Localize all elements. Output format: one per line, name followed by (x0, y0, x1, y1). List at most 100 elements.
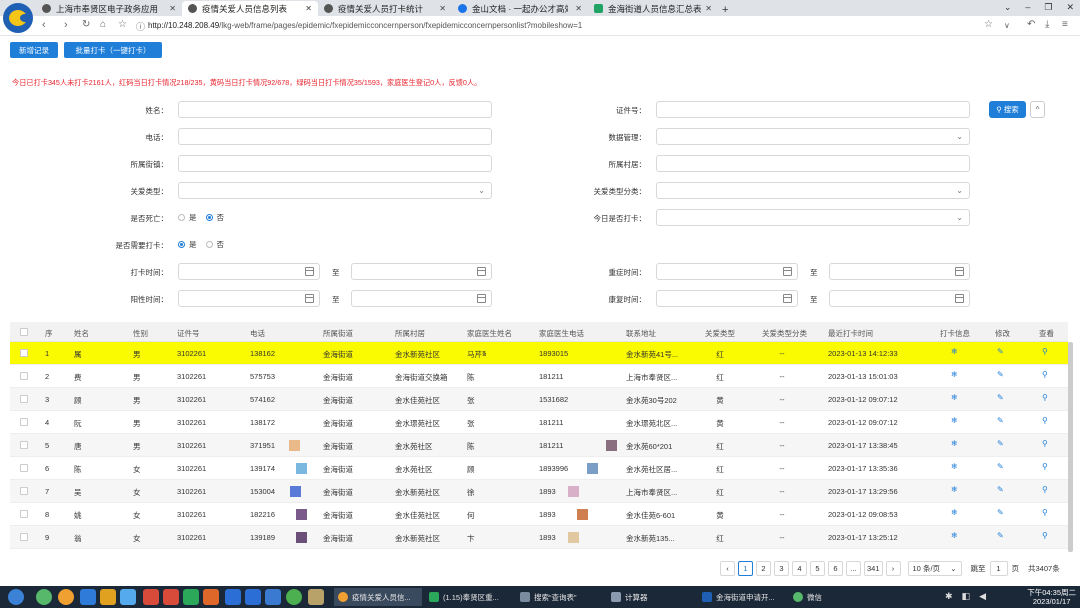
app-icon[interactable] (80, 589, 96, 605)
dropdown-icon[interactable]: ∨ (1004, 21, 1010, 30)
app-icon[interactable] (225, 589, 241, 605)
close-icon[interactable]: ✕ (165, 4, 176, 13)
page-ellipsis[interactable]: ... (846, 560, 861, 576)
view-icon[interactable]: ⚲ (1042, 393, 1048, 402)
batch-checkin-button[interactable]: 批量打卡（一键打卡） (64, 42, 162, 58)
tab-kdocs[interactable]: 金山文档 · 一起办公才高效 ✕ (452, 1, 588, 16)
select-all-checkbox[interactable] (20, 328, 28, 336)
checkin-info-icon[interactable]: ❄ (951, 485, 958, 494)
page-button-5[interactable]: 5 (810, 560, 825, 576)
taskbar-window-calculator[interactable]: 计算器 (607, 588, 695, 606)
forward-icon[interactable]: › (64, 19, 68, 31)
prev-page-button[interactable]: ‹ (720, 560, 735, 576)
page-button-1[interactable]: 1 (738, 560, 753, 576)
taskbar-window-wechat[interactable]: 微信 (789, 588, 877, 606)
taskbar-window-sheet[interactable]: (1.15)奉贤区重... (425, 588, 513, 606)
restore-icon[interactable]: ❐ (1044, 2, 1052, 13)
close-icon[interactable]: ✕ (571, 4, 582, 13)
download-icon[interactable]: ⤓ (1045, 19, 1049, 30)
table-row[interactable]: 2 费 男 3102261 575753 金海街道 金海街道交换箱 陈 181211 上海市奉贤区… (10, 365, 1068, 388)
network-icon[interactable]: ◧ (962, 591, 971, 602)
table-row[interactable]: 7 吴 女 3102261 153004 金海街道 金水新苑社区 徐 1893 上海市奉贤区...… (10, 480, 1068, 503)
checkin-info-icon[interactable]: ❄ (951, 508, 958, 517)
row-checkbox[interactable] (20, 349, 28, 357)
recover-time-end[interactable] (829, 290, 970, 307)
close-icon[interactable]: ✕ (301, 4, 312, 13)
row-checkbox[interactable] (20, 510, 28, 518)
edit-icon[interactable]: ✎ (997, 508, 1004, 517)
table-scrollbar[interactable] (1068, 342, 1073, 552)
reload-icon[interactable]: ↻ (82, 19, 90, 30)
app-icon[interactable] (183, 589, 199, 605)
menu-icon[interactable]: ⌄ (1004, 2, 1012, 13)
tab-care-list[interactable]: 疫情关爱人员信息列表 ✕ (182, 1, 318, 16)
table-row[interactable]: 1 属男 3102261 138162 金海街道 金水新苑社区 马芹琴 1893015 金水新苑… (10, 342, 1068, 365)
folder-icon[interactable] (308, 589, 324, 605)
edit-icon[interactable]: ✎ (997, 439, 1004, 448)
minimize-icon[interactable]: – (1025, 2, 1030, 13)
view-icon[interactable]: ⚲ (1042, 439, 1048, 448)
recover-time-start[interactable] (656, 290, 798, 307)
positive-time-end[interactable] (351, 290, 492, 307)
taskbar-window-care-list[interactable]: 疫情关爱人员信... (334, 588, 422, 606)
checkin-info-icon[interactable]: ❄ (951, 347, 958, 356)
id-input[interactable] (656, 101, 970, 118)
is-dead-yes-radio[interactable] (178, 214, 185, 221)
url-field[interactable]: http://10.248.208.49/lkg-web/frame/pages… (148, 21, 582, 30)
edit-icon[interactable]: ✎ (997, 393, 1004, 402)
view-icon[interactable]: ⚲ (1042, 347, 1048, 356)
table-row[interactable]: 6 陈 女 3102261 139174 金海街道 金水苑社区 顾 1893996 金水苑社区居.… (10, 457, 1068, 480)
row-checkbox[interactable] (20, 533, 28, 541)
checkin-info-icon[interactable]: ❄ (951, 416, 958, 425)
edit-icon[interactable]: ✎ (997, 370, 1004, 379)
view-icon[interactable]: ⚲ (1042, 370, 1048, 379)
app-icon[interactable] (120, 589, 136, 605)
app-icon[interactable] (163, 589, 179, 605)
app-icon[interactable] (203, 589, 219, 605)
table-row[interactable]: 5 唐 男 3102261 371951 金海街道 金水苑社区 陈 181211 金水苑60*20… (10, 434, 1068, 457)
app-icon[interactable] (286, 589, 302, 605)
view-icon[interactable]: ⚲ (1042, 416, 1048, 425)
tab-egov[interactable]: 上海市奉贤区电子政务应用 ✕ (36, 1, 182, 16)
bookmark-icon[interactable]: ☆ (118, 19, 127, 30)
checked-today-select[interactable]: ⌄ (656, 209, 970, 226)
need-checkin-no-radio[interactable] (205, 241, 213, 248)
tab-summary-sheet[interactable]: 金海街道人员信息汇总表(I ✕ (588, 1, 718, 16)
edit-icon[interactable]: ✎ (997, 462, 1004, 471)
volume-icon[interactable]: ◀ (979, 591, 986, 602)
severe-time-end[interactable] (829, 263, 970, 280)
checkin-time-end[interactable] (351, 263, 492, 280)
checkin-info-icon[interactable]: ❄ (951, 462, 958, 471)
app-icon[interactable] (143, 589, 159, 605)
app-icon[interactable] (265, 589, 281, 605)
positive-time-start[interactable] (178, 290, 320, 307)
clock[interactable]: 下午04:35周二 2023/01/17 (1027, 588, 1076, 606)
back-icon[interactable]: ‹ (42, 19, 46, 31)
app-icon[interactable] (100, 589, 116, 605)
row-checkbox[interactable] (20, 487, 28, 495)
village-input[interactable] (656, 155, 970, 172)
page-button-4[interactable]: 4 (792, 560, 807, 576)
new-tab-button[interactable]: + (718, 4, 732, 16)
edit-icon[interactable]: ✎ (997, 485, 1004, 494)
checkin-time-start[interactable] (178, 263, 320, 280)
row-checkbox[interactable] (20, 441, 28, 449)
care-subtype-select[interactable]: ⌄ (656, 182, 970, 199)
tab-checkin-stats[interactable]: 疫情关爱人员打卡统计 ✕ (318, 1, 452, 16)
row-checkbox[interactable] (20, 464, 28, 472)
start-menu-icon[interactable] (8, 589, 24, 605)
page-size-select[interactable]: 10 条/页 ⌄ (907, 560, 962, 576)
page-button-3[interactable]: 3 (774, 560, 789, 576)
is-dead-no-radio[interactable] (205, 214, 213, 221)
close-icon[interactable]: ✕ (701, 4, 712, 13)
view-icon[interactable]: ⚲ (1042, 531, 1048, 540)
table-row[interactable]: 8 姚 女 3102261 182216 金海街道 金水佳苑社区 何 1893 金水佳苑6-601… (10, 503, 1068, 526)
view-icon[interactable]: ⚲ (1042, 462, 1048, 471)
word-app-icon[interactable] (245, 589, 261, 605)
table-row[interactable]: 9 翁 女 3102261 139189 金海街道 金水新苑社区 卞 1893 金水新苑135..… (10, 526, 1068, 549)
table-row[interactable]: 3 顾 男 3102261 574162 金海街道 金水佳苑社区 张 1531682 金水苑30号… (10, 388, 1068, 411)
edit-icon[interactable]: ✎ (997, 531, 1004, 540)
street-input[interactable] (178, 155, 492, 172)
row-checkbox[interactable] (20, 418, 28, 426)
checkin-info-icon[interactable]: ❄ (951, 531, 958, 540)
